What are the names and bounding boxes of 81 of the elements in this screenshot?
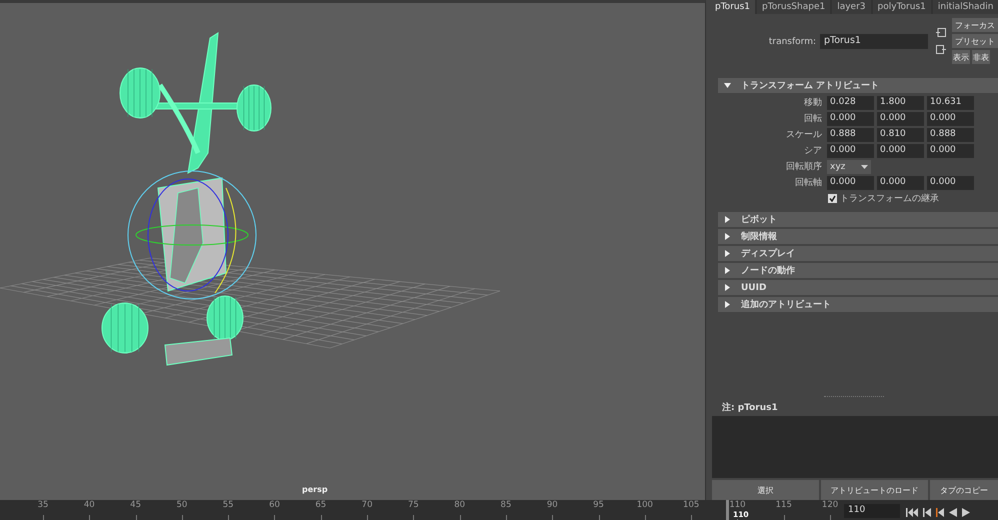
current-frame-marker[interactable] — [726, 500, 729, 520]
output-connection-icon[interactable] — [936, 45, 946, 54]
step-back-frame-icon[interactable] — [936, 508, 944, 516]
frame-tick-label: 80 — [454, 500, 466, 510]
number-field[interactable]: 0.000 — [927, 112, 974, 126]
camera-label: persp — [302, 485, 328, 494]
current-frame-field[interactable]: 110 — [844, 504, 900, 518]
notes-field[interactable] — [712, 416, 998, 478]
editor-button[interactable]: タブのコピー — [930, 480, 998, 500]
play-backward-icon[interactable] — [949, 508, 957, 516]
frame-tick-label: 45 — [130, 500, 141, 510]
play-forward-icon[interactable] — [962, 508, 970, 516]
collapsed-arrow-icon[interactable] — [724, 250, 731, 257]
input-connection-icon[interactable] — [936, 28, 946, 37]
section-header[interactable]: 追加のアトリビュート — [718, 297, 998, 312]
frame-tick-label: 105 — [683, 500, 700, 510]
attribute-label: シア — [803, 145, 822, 157]
number-field[interactable]: 0.028 — [827, 96, 874, 110]
notes-label: 注: pTorus1 — [721, 401, 779, 415]
frame-tick-label: 75 — [408, 500, 419, 510]
number-field[interactable]: 0.000 — [827, 176, 874, 190]
step-back-key-icon[interactable] — [923, 508, 931, 516]
hide-button[interactable]: 非表 — [972, 50, 990, 64]
show-button[interactable]: 表示 — [952, 50, 970, 64]
attribute-label: 回転順序 — [785, 160, 822, 173]
section-header[interactable]: 制限情報 — [718, 229, 998, 244]
number-field[interactable]: 0.810 — [877, 128, 924, 142]
dropdown-arrow-icon — [861, 164, 868, 168]
frame-tick-label: 50 — [176, 500, 188, 510]
presets-button[interactable]: プリセット — [952, 34, 998, 48]
frame-tick-label: 55 — [222, 500, 234, 510]
node-tab[interactable]: pTorus1 — [710, 0, 758, 14]
number-field[interactable]: 1.800 — [877, 96, 924, 110]
frame-tick-label: 35 — [38, 500, 48, 510]
number-field[interactable]: 0.000 — [877, 112, 924, 126]
go-to-start-icon[interactable] — [906, 508, 918, 516]
section-header[interactable]: トランスフォーム アトリビュート — [718, 78, 998, 93]
frame-tick-label: 120 — [822, 500, 838, 510]
number-field[interactable]: 0.000 — [927, 144, 974, 158]
checkbox[interactable] — [828, 194, 837, 203]
section-header[interactable]: ノードの動作 — [718, 263, 998, 278]
perspective-viewport[interactable]: persp — [0, 0, 706, 500]
number-field[interactable]: 0.000 — [877, 144, 924, 158]
frame-tick-label: 70 — [362, 500, 372, 510]
number-field[interactable]: 0.000 — [827, 112, 874, 126]
node-tab[interactable]: polyTorus1 — [872, 0, 933, 14]
number-field[interactable]: 0.000 — [827, 144, 874, 158]
number-field[interactable]: 0.000 — [877, 176, 924, 190]
collapsed-arrow-icon[interactable] — [724, 267, 731, 274]
section-header[interactable]: ピボット — [718, 212, 998, 227]
section-header[interactable]: UUID — [718, 280, 998, 295]
focus-button[interactable]: フォーカス — [952, 18, 998, 32]
frame-tick-label: 85 — [500, 500, 512, 510]
frame-tick-label: 40 — [84, 500, 95, 510]
collapsed-arrow-icon[interactable] — [724, 284, 731, 291]
expanded-arrow-icon[interactable] — [724, 82, 731, 89]
frame-tick-label: 90 — [546, 500, 558, 510]
node-name-field[interactable]: pTorus1 — [820, 34, 928, 49]
editor-button[interactable]: アトリビュートのロード — [821, 480, 928, 500]
collapsed-arrow-icon[interactable] — [724, 233, 731, 240]
number-field[interactable]: 0.000 — [927, 176, 974, 190]
attribute-label: 回転軸 — [794, 176, 822, 189]
frame-tick-label: 100 — [636, 500, 653, 510]
frame-tick-label: 65 — [315, 500, 326, 510]
section-header[interactable]: ディスプレイ — [718, 246, 998, 261]
checkbox-label: トランスフォームの継承 — [840, 192, 939, 205]
frame-tick-label: 110 — [729, 500, 746, 510]
rotate-order-dropdown[interactable]: xyz — [827, 160, 871, 174]
frame-tick-label: 60 — [269, 500, 280, 510]
number-field[interactable]: 0.888 — [827, 128, 874, 142]
number-field[interactable]: 10.631 — [927, 96, 974, 110]
attribute-label: 回転 — [803, 112, 822, 125]
attribute-label: 移動 — [803, 96, 822, 109]
collapsed-arrow-icon[interactable] — [724, 301, 731, 308]
frame-tick-label: 95 — [593, 500, 604, 510]
node-type-label: transform: — [768, 36, 816, 46]
number-field[interactable]: 0.888 — [927, 128, 974, 142]
frame-tick-label: 115 — [776, 500, 792, 510]
collapsed-arrow-icon[interactable] — [724, 216, 731, 223]
editor-button[interactable]: 選択 — [712, 480, 819, 500]
attribute-label: スケール — [785, 129, 822, 141]
